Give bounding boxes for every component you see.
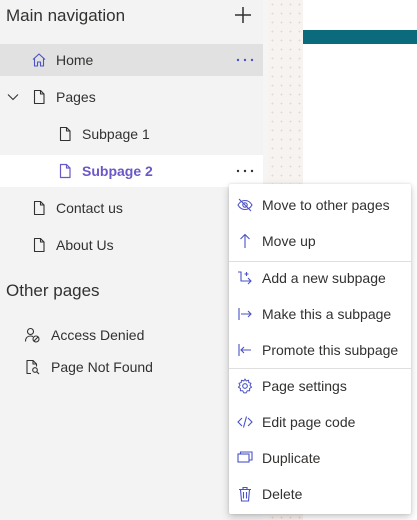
- nav-item-pages[interactable]: Pages: [0, 81, 263, 113]
- nav-item-label: Subpage 1: [82, 126, 150, 142]
- menu-item-make-subpage[interactable]: Make this a subpage: [229, 296, 411, 332]
- menu-item-label: Delete: [262, 486, 303, 502]
- nav-item-label: Subpage 2: [82, 163, 153, 179]
- code-icon: [237, 416, 253, 428]
- menu-item-label: Promote this subpage: [262, 342, 399, 358]
- chevron-down-icon[interactable]: [6, 90, 20, 104]
- page-icon: [33, 89, 45, 105]
- more-icon: [236, 169, 254, 173]
- menu-item-duplicate[interactable]: Duplicate: [229, 440, 411, 476]
- menu-item-add-new-subpage[interactable]: Add a new subpage: [229, 260, 411, 296]
- menu-item-label: Add a new subpage: [262, 270, 386, 286]
- nav-item-home[interactable]: Home: [0, 44, 263, 76]
- menu-item-delete[interactable]: Delete: [229, 476, 411, 512]
- nav-item-label: Contact us: [56, 200, 123, 216]
- menu-item-page-settings[interactable]: Page settings: [229, 368, 411, 404]
- page-search-icon: [26, 359, 40, 375]
- more-icon: [236, 58, 254, 62]
- more-options-button[interactable]: [235, 163, 255, 179]
- menu-item-label: Page settings: [262, 378, 347, 394]
- more-options-button[interactable]: [235, 52, 255, 68]
- plus-icon: [235, 7, 251, 23]
- menu-item-move-to-other-pages[interactable]: Move to other pages: [229, 187, 411, 223]
- arrow-up-icon: [240, 233, 250, 248]
- nav-item-label: About Us: [56, 237, 114, 253]
- nav-item-subpage-2[interactable]: Subpage 2: [0, 155, 263, 187]
- other-page-label: Access Denied: [51, 327, 145, 343]
- trash-icon: [239, 486, 251, 502]
- add-page-button[interactable]: [231, 3, 255, 27]
- page-icon: [59, 126, 71, 142]
- indent-icon: [238, 308, 252, 320]
- menu-item-label: Move up: [262, 233, 316, 249]
- menu-item-promote-subpage[interactable]: Promote this subpage: [229, 332, 411, 368]
- page-icon: [33, 237, 45, 253]
- gear-icon: [237, 378, 253, 394]
- page-header-banner: [303, 30, 417, 44]
- menu-item-label: Move to other pages: [262, 197, 390, 213]
- page-context-menu: Move to other pages Move up Add a new su…: [229, 184, 411, 514]
- nav-item-about-us[interactable]: About Us: [0, 229, 263, 261]
- outdent-icon: [238, 344, 251, 356]
- page-icon: [59, 163, 71, 179]
- pages-panel: Main navigation Home Pages Subpage 1 Sub…: [0, 0, 263, 520]
- home-icon: [32, 53, 46, 67]
- menu-item-label: Duplicate: [262, 450, 321, 466]
- nav-item-subpage-1[interactable]: Subpage 1: [0, 118, 263, 150]
- other-page-access-denied[interactable]: Access Denied: [0, 319, 263, 351]
- other-pages-title: Other pages: [6, 281, 100, 300]
- page-icon: [33, 200, 45, 216]
- add-subpage-icon: [238, 271, 252, 285]
- main-navigation-title: Main navigation: [6, 6, 126, 25]
- duplicate-icon: [237, 451, 253, 463]
- nav-item-label: Pages: [56, 89, 96, 105]
- other-page-label: Page Not Found: [51, 359, 153, 375]
- nav-item-contact-us[interactable]: Contact us: [0, 192, 263, 224]
- hide-eye-icon: [237, 198, 253, 212]
- menu-item-label: Edit page code: [262, 414, 356, 430]
- menu-item-label: Make this a subpage: [262, 306, 392, 322]
- nav-item-label: Home: [56, 52, 94, 68]
- menu-item-edit-page-code[interactable]: Edit page code: [229, 404, 411, 440]
- other-page-page-not-found[interactable]: Page Not Found: [0, 351, 263, 383]
- menu-item-move-up[interactable]: Move up: [229, 223, 411, 259]
- person-blocked-icon: [24, 327, 40, 343]
